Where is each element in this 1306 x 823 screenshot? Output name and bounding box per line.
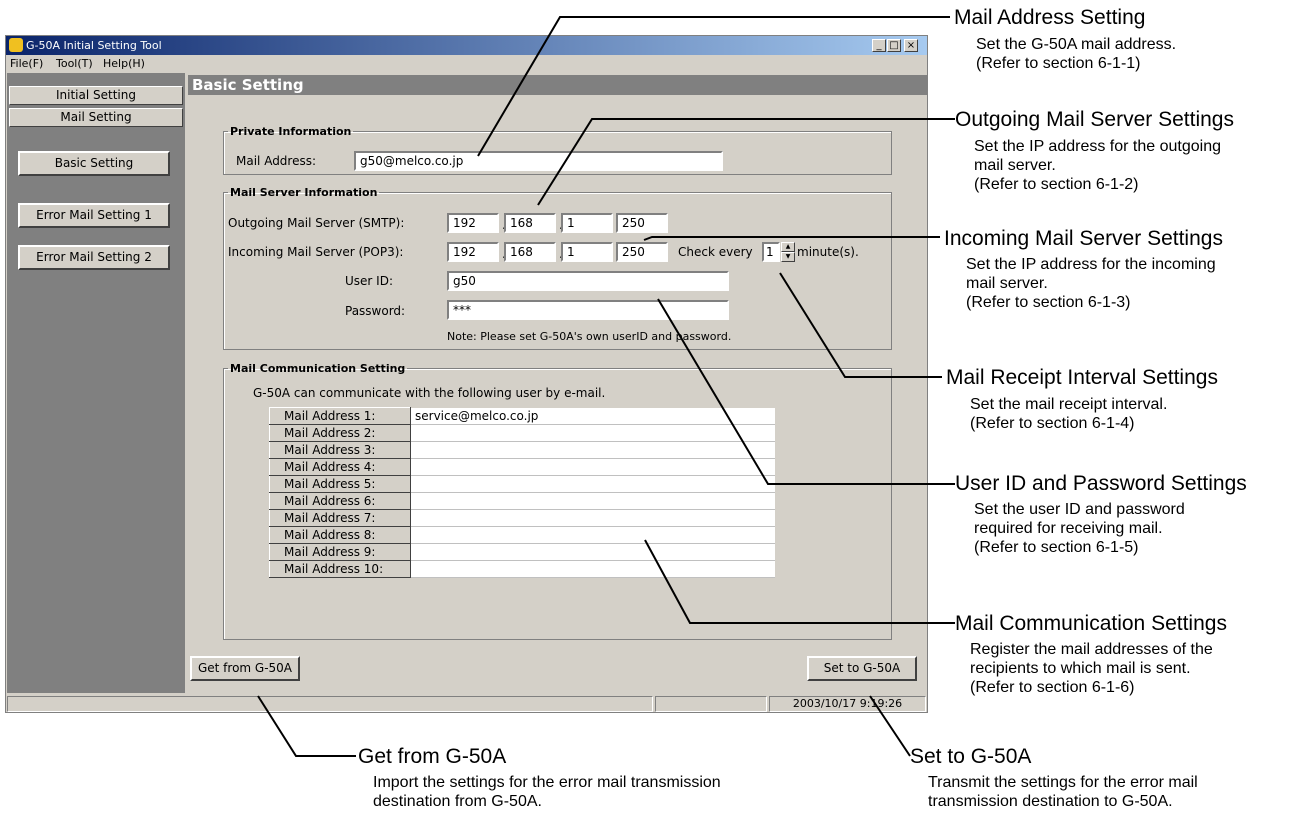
callout-title-mail-address: Mail Address Setting [954,6,1146,29]
callout-desc-incoming: Set the IP address for the incoming mail … [966,256,1216,311]
callout-title-incoming: Incoming Mail Server Settings [944,227,1223,250]
callout-line-outgoing [537,118,955,206]
callout-line-comm [644,539,955,624]
callout-line-mail-address [477,16,950,157]
callout-line-get [257,695,356,757]
callout-title-set: Set to G-50A [910,745,1032,768]
callout-desc-comm: Register the mail addresses of the recipi… [970,641,1213,696]
callout-title-get: Get from G-50A [358,745,507,768]
callout-desc-outgoing: Set the IP address for the outgoing mail … [974,138,1221,193]
callout-title-userid: User ID and Password Settings [955,472,1247,495]
callout-desc-set: Transmit the settings for the error mail… [928,774,1198,810]
callout-line-incoming [643,236,940,241]
callout-title-comm: Mail Communication Settings [955,612,1227,635]
callout-desc-userid: Set the user ID and password required for… [974,501,1185,556]
callout-line-set [869,695,911,757]
callout-line-userid [657,298,955,485]
callout-title-interval: Mail Receipt Interval Settings [946,366,1218,389]
callout-desc-interval: Set the mail receipt interval. (Refer to … [970,396,1168,432]
callout-desc-mail-address: Set the G-50A mail address. (Refer to sec… [976,36,1177,72]
callout-title-outgoing: Outgoing Mail Server Settings [955,108,1234,131]
callout-line-interval [779,272,942,378]
callout-desc-get: Import the settings for the error mail t… [373,774,721,810]
